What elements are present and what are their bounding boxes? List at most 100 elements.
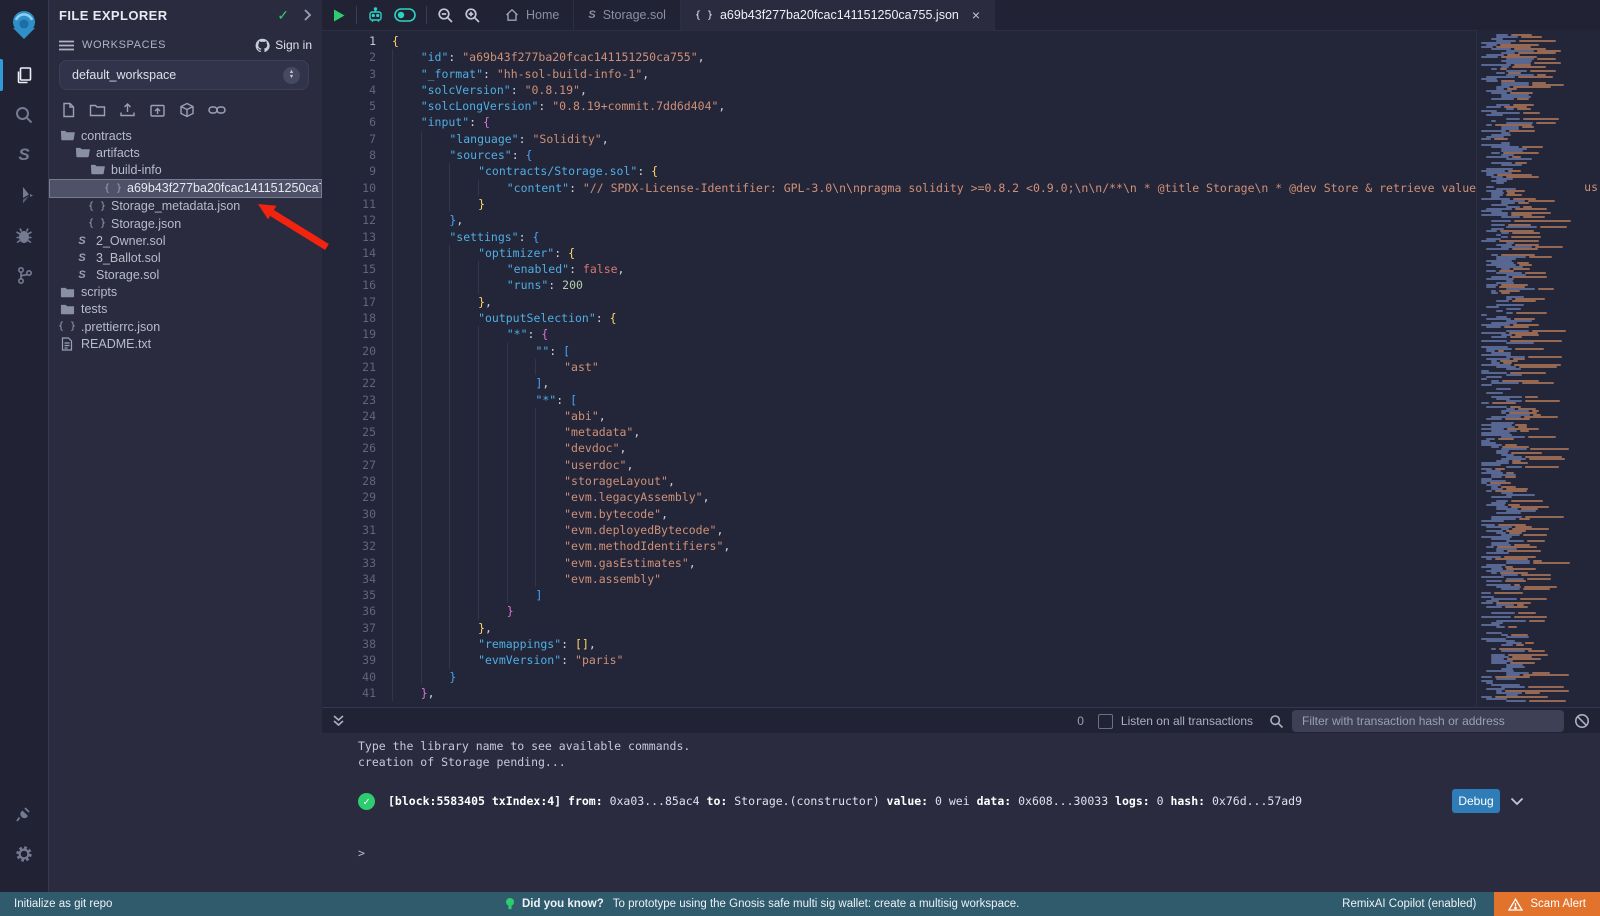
tree-item[interactable]: { }a69b43f277ba20fcac141151250ca7... <box>49 179 322 198</box>
line-number[interactable]: 23 <box>322 392 376 408</box>
line-number[interactable]: 12 <box>322 212 376 228</box>
line-number[interactable]: 2 <box>322 49 376 65</box>
code-line[interactable]: "input": { <box>392 114 1600 130</box>
terminal[interactable]: Type the library name to see available c… <box>322 733 1600 892</box>
code-line[interactable]: "*": { <box>392 326 1600 342</box>
listen-transactions-checkbox[interactable] <box>1098 714 1113 729</box>
code-line[interactable]: "id": "a69b43f277ba20fcac141151250ca755"… <box>392 49 1600 65</box>
sidebar-item-solidity-compiler[interactable]: S <box>0 135 48 175</box>
code-line[interactable]: "content": "// SPDX-License-Identifier: … <box>392 180 1600 196</box>
code-line[interactable]: "userdoc", <box>392 457 1600 473</box>
expand-transaction-chevron-icon[interactable] <box>1510 797 1524 806</box>
line-number[interactable]: 32 <box>322 538 376 554</box>
publish-gist-link-icon[interactable] <box>208 104 226 116</box>
line-number[interactable]: 15 <box>322 261 376 277</box>
code-line[interactable]: "evm.assembly" <box>392 571 1600 587</box>
tree-item[interactable]: tests <box>49 301 322 318</box>
line-number[interactable]: 25 <box>322 424 376 440</box>
editor-gutter[interactable]: 1234567891011121314151617181920212223242… <box>322 33 376 701</box>
workspace-select[interactable]: default_workspace ▲▼ <box>59 60 309 90</box>
git-init-button[interactable]: Initialize as git repo <box>14 898 112 910</box>
line-number[interactable]: 33 <box>322 555 376 571</box>
upload-folder-icon[interactable] <box>149 103 166 118</box>
code-line[interactable]: "evm.deployedBytecode", <box>392 522 1600 538</box>
zoom-out-icon[interactable] <box>437 7 454 24</box>
line-number[interactable]: 13 <box>322 229 376 245</box>
code-line[interactable]: } <box>392 196 1600 212</box>
remix-ai-robot-icon[interactable] <box>367 7 384 24</box>
terminal-prompt[interactable]: > <box>358 846 365 860</box>
line-number[interactable]: 24 <box>322 408 376 424</box>
line-number[interactable]: 7 <box>322 131 376 147</box>
line-number[interactable]: 4 <box>322 82 376 98</box>
line-number[interactable]: 36 <box>322 603 376 619</box>
publish-ipfs-cube-icon[interactable] <box>179 102 195 118</box>
line-number[interactable]: 38 <box>322 636 376 652</box>
zoom-in-icon[interactable] <box>464 7 481 24</box>
code-line[interactable]: "solcVersion": "0.8.19", <box>392 82 1600 98</box>
line-number[interactable]: 11 <box>322 196 376 212</box>
tree-item[interactable]: SStorage.sol <box>49 267 322 284</box>
code-line[interactable]: "metadata", <box>392 424 1600 440</box>
line-number[interactable]: 18 <box>322 310 376 326</box>
code-editor[interactable]: 1234567891011121314151617181920212223242… <box>322 30 1600 707</box>
code-line[interactable]: "_format": "hh-sol-build-info-1", <box>392 66 1600 82</box>
code-line[interactable]: "enabled": false, <box>392 261 1600 277</box>
line-number[interactable]: 35 <box>322 587 376 603</box>
sidebar-item-plugin-manager[interactable] <box>0 794 48 834</box>
line-number[interactable]: 40 <box>322 669 376 685</box>
line-number[interactable]: 14 <box>322 245 376 261</box>
sidebar-item-settings[interactable] <box>0 834 48 874</box>
tab-home[interactable]: Home <box>491 0 574 30</box>
code-line[interactable]: "sources": { <box>392 147 1600 163</box>
sidebar-item-search[interactable] <box>0 95 48 135</box>
code-line[interactable]: "evm.legacyAssembly", <box>392 489 1600 505</box>
clear-console-icon[interactable] <box>1574 713 1590 729</box>
tree-item[interactable]: { }Storage_metadata.json <box>49 198 322 215</box>
run-script-play-icon[interactable] <box>332 8 346 23</box>
line-number[interactable]: 22 <box>322 375 376 391</box>
code-line[interactable]: "": [ <box>392 343 1600 359</box>
tree-item[interactable]: README.txt <box>49 335 322 352</box>
line-number[interactable]: 16 <box>322 277 376 293</box>
tree-item[interactable]: build-info <box>49 161 322 178</box>
editor-minimap[interactable] <box>1476 30 1600 707</box>
code-line[interactable]: "settings": { <box>392 229 1600 245</box>
code-line[interactable]: }, <box>392 212 1600 228</box>
code-line[interactable]: { <box>392 33 1600 49</box>
tree-item[interactable]: { }.prettierrc.json <box>49 318 322 335</box>
code-line[interactable]: "storageLayout", <box>392 473 1600 489</box>
line-number[interactable]: 26 <box>322 440 376 456</box>
line-number[interactable]: 19 <box>322 326 376 342</box>
line-number[interactable]: 31 <box>322 522 376 538</box>
copilot-toggle-icon[interactable] <box>394 8 416 22</box>
copilot-status[interactable]: RemixAI Copilot (enabled) <box>1342 898 1476 910</box>
sidebar-item-git[interactable] <box>0 255 48 295</box>
code-line[interactable]: "runs": 200 <box>392 277 1600 293</box>
new-file-icon[interactable] <box>61 102 76 118</box>
line-number[interactable]: 17 <box>322 294 376 310</box>
line-number[interactable]: 29 <box>322 489 376 505</box>
line-number[interactable]: 37 <box>322 620 376 636</box>
code-line[interactable]: "outputSelection": { <box>392 310 1600 326</box>
line-number[interactable]: 27 <box>322 457 376 473</box>
code-line[interactable]: "evmVersion": "paris" <box>392 652 1600 668</box>
remix-logo-icon[interactable] <box>4 5 44 45</box>
code-line[interactable]: "language": "Solidity", <box>392 131 1600 147</box>
code-line[interactable]: "solcLongVersion": "0.8.19+commit.7dd6d4… <box>392 98 1600 114</box>
transaction-log-row[interactable]: ✓ [block:5583405 txIndex:4] from: 0xa03.… <box>358 789 1524 813</box>
sign-in-button[interactable]: Sign in <box>255 38 312 52</box>
line-number[interactable]: 3 <box>322 66 376 82</box>
tree-item[interactable]: artifacts <box>49 144 322 161</box>
line-number[interactable]: 8 <box>322 147 376 163</box>
line-number[interactable]: 9 <box>322 163 376 179</box>
tab-build-info-json[interactable]: { } a69b43f277ba20fcac141151250ca755.jso… <box>681 0 995 30</box>
code-line[interactable]: }, <box>392 620 1600 636</box>
line-number[interactable]: 34 <box>322 571 376 587</box>
line-number[interactable]: 5 <box>322 98 376 114</box>
chevron-right-icon[interactable] <box>303 9 312 21</box>
line-number[interactable]: 21 <box>322 359 376 375</box>
sidebar-item-deploy-and-run[interactable] <box>0 175 48 215</box>
line-number[interactable]: 1 <box>322 33 376 49</box>
editor-code[interactable]: {"id": "a69b43f277ba20fcac141151250ca755… <box>392 33 1600 701</box>
